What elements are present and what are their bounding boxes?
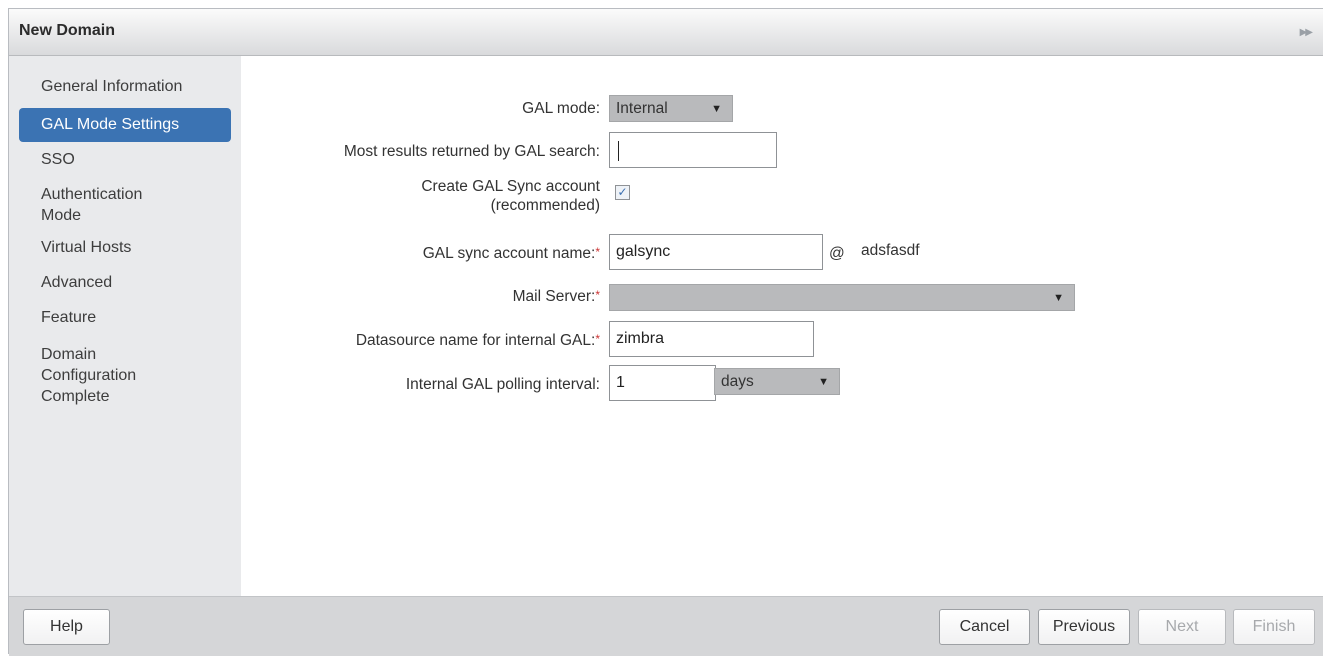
create-gal-sync-label: Create GAL Sync account (recommended) <box>421 178 600 214</box>
next-button[interactable]: Next <box>1138 609 1226 645</box>
create-gal-sync-checkbox[interactable]: ✓ <box>615 185 630 200</box>
caret-down-icon: ▼ <box>711 103 722 115</box>
caret-down-icon: ▼ <box>1053 292 1064 304</box>
gal-mode-value: Internal <box>616 100 668 117</box>
sidebar-item-authentication-mode[interactable]: Authentication Mode <box>19 184 231 226</box>
sidebar-item-label: Authentication Mode <box>41 186 143 224</box>
dialog-title: New Domain <box>19 22 116 39</box>
previous-button[interactable]: Previous <box>1038 609 1130 645</box>
at-sign: @ <box>829 245 845 262</box>
gal-sync-account-input[interactable]: galsync <box>609 234 823 270</box>
sidebar-item-domain-configuration-complete[interactable]: Domain Configuration Complete <box>19 344 231 407</box>
gal-mode-select[interactable]: Internal ▼ <box>609 95 733 122</box>
caret-down-icon: ▼ <box>818 376 829 388</box>
sidebar-item-gal-mode-settings[interactable]: GAL Mode Settings <box>19 108 231 142</box>
text-cursor <box>618 141 619 161</box>
sidebar-item-advanced[interactable]: Advanced <box>19 272 231 293</box>
sidebar-item-label: GAL Mode Settings <box>41 116 180 133</box>
mail-server-label-text: Mail Server: <box>512 288 596 305</box>
cancel-button[interactable]: Cancel <box>939 609 1030 645</box>
gal-mode-settings-panel: GAL mode: Internal ▼ Most results return… <box>241 56 1323 596</box>
new-domain-dialog: New Domain ▶▶ General Information GAL Mo… <box>8 8 1323 656</box>
mail-server-select[interactable]: ▼ <box>609 284 1075 311</box>
mail-server-label: Mail Server:* <box>513 288 600 306</box>
required-mark: * <box>595 332 600 346</box>
double-chevron-right-icon[interactable]: ▶▶ <box>1300 27 1313 38</box>
gal-sync-account-label: GAL sync account name:* <box>423 245 600 263</box>
sidebar-item-label: SSO <box>41 151 75 168</box>
sidebar-item-label: General Information <box>41 78 183 95</box>
sidebar-item-virtual-hosts[interactable]: Virtual Hosts <box>19 237 231 258</box>
gal-sync-account-label-text: GAL sync account name: <box>422 245 596 262</box>
polling-unit-value: days <box>721 373 754 390</box>
sidebar-item-general-information[interactable]: General Information <box>19 76 231 97</box>
gal-mode-label: GAL mode: <box>522 100 600 117</box>
polling-interval-label: Internal GAL polling interval: <box>405 376 600 393</box>
sidebar-item-feature[interactable]: Feature <box>19 307 231 328</box>
checkmark-icon: ✓ <box>617 185 628 199</box>
datasource-label-text: Datasource name for internal GAL: <box>355 332 596 349</box>
dialog-footer: Help Cancel Previous Next Finish <box>9 596 1323 656</box>
sidebar-item-label: Feature <box>41 309 97 326</box>
datasource-label: Datasource name for internal GAL:* <box>356 332 600 350</box>
finish-button[interactable]: Finish <box>1233 609 1315 645</box>
required-mark: * <box>595 245 600 259</box>
polling-interval-input[interactable]: 1 <box>609 365 716 401</box>
title-bar: New Domain ▶▶ <box>9 9 1323 56</box>
sidebar-item-label: Domain Configuration Complete <box>41 346 137 405</box>
sidebar-item-label: Virtual Hosts <box>41 239 132 256</box>
gal-sync-domain: adsfasdf <box>861 242 920 259</box>
max-results-input[interactable] <box>609 132 777 168</box>
sidebar-item-label: Advanced <box>41 274 113 291</box>
sidebar-item-sso[interactable]: SSO <box>19 149 231 170</box>
wizard-sidebar: General Information GAL Mode Settings SS… <box>9 56 241 596</box>
help-button[interactable]: Help <box>23 609 110 645</box>
polling-unit-select[interactable]: days ▼ <box>714 368 840 395</box>
datasource-input[interactable]: zimbra <box>609 321 814 357</box>
required-mark: * <box>595 288 600 302</box>
max-results-label: Most results returned by GAL search: <box>343 143 600 160</box>
